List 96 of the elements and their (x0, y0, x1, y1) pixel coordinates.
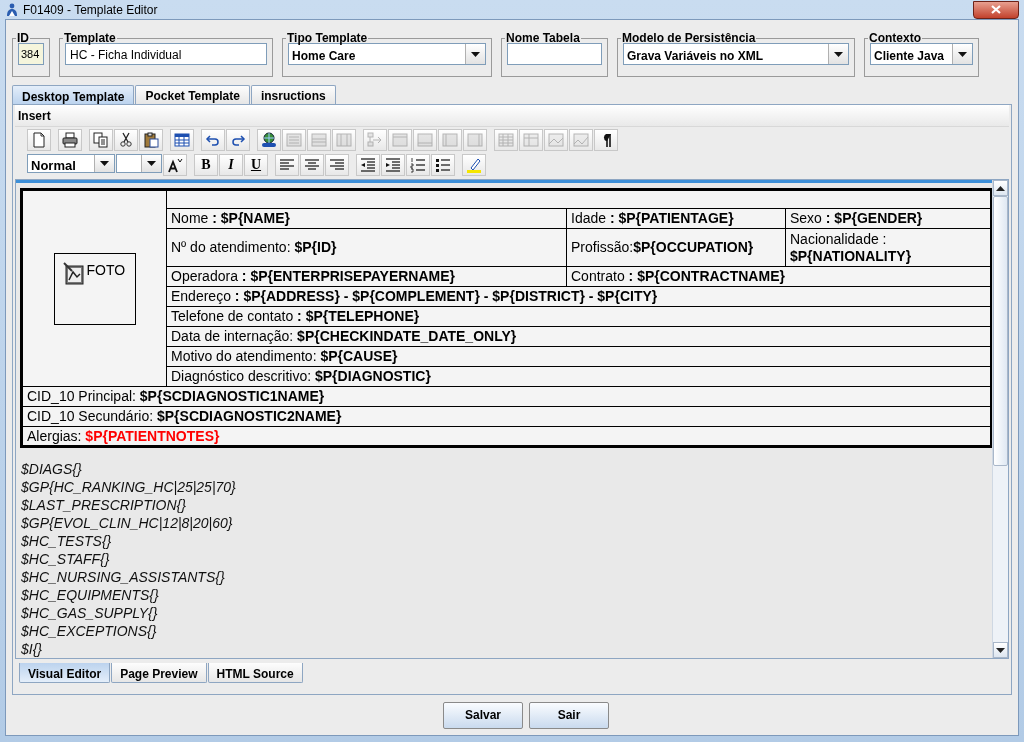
scissors-icon (118, 131, 134, 148)
image-icon (62, 261, 85, 286)
tab[interactable]: Desktop Template (12, 85, 135, 104)
template-line: $HC_STAFF{} (21, 550, 111, 568)
copy-icon (93, 131, 109, 148)
dropdown-arrow-icon (958, 51, 967, 57)
toolbar-button[interactable] (139, 128, 163, 151)
numbered-list-icon (410, 156, 426, 173)
dialog-button[interactable]: Salvar (443, 701, 523, 729)
dropdown-field[interactable]: Cliente Java (870, 43, 973, 65)
down-arrow-icon (996, 647, 1005, 653)
tab[interactable]: Pocket Template (135, 85, 250, 104)
new-file-icon (31, 131, 47, 148)
table-cell: Profissão:$P{OCCUPATION} (566, 228, 786, 267)
field-label: ID (16, 31, 30, 45)
app-icon (5, 2, 19, 17)
align-center-icon (304, 156, 320, 173)
font-size-icon (167, 156, 183, 173)
bulleted-list-icon (435, 156, 451, 173)
input-field[interactable] (507, 43, 602, 65)
highlighter-icon (466, 156, 482, 173)
toolbar-button[interactable] (163, 153, 187, 176)
document-area[interactable] (16, 180, 992, 658)
outdent-icon (360, 156, 376, 173)
scroll-thumb[interactable] (993, 196, 1008, 466)
image-icon (548, 131, 564, 148)
field-label: Contexto (868, 31, 922, 45)
template-line: $HC_GAS_SUPPLY{} (21, 604, 159, 622)
close-button[interactable] (973, 0, 1019, 19)
print-icon (62, 131, 78, 148)
tab[interactable]: Page Preview (111, 663, 207, 683)
format-button[interactable]: B (194, 153, 218, 176)
input-field[interactable]: 384 (18, 43, 44, 65)
template-line: $HC_EQUIPMENTS{} (21, 586, 160, 604)
flowchart-icon (367, 131, 383, 148)
align-right-icon (329, 156, 345, 173)
globe-icon (261, 131, 277, 148)
panel-icon (442, 131, 458, 148)
tab[interactable]: insructions (250, 85, 336, 104)
toolbar-button[interactable] (594, 128, 618, 151)
panel-icon (417, 131, 433, 148)
toolbar-button[interactable] (114, 128, 138, 151)
tab[interactable]: HTML Source (207, 663, 303, 683)
dropdown-arrow-icon (147, 160, 156, 166)
template-line: $HC_TESTS{} (21, 532, 113, 550)
scrollbar[interactable] (992, 180, 1008, 658)
toolbar-button[interactable] (431, 153, 455, 176)
table-cell: Operadora : $P{ENTERPRISEPAYERNAME} (166, 266, 567, 287)
window-title: F01409 - Template Editor (23, 1, 158, 19)
table-cell: Nº do atendimento: $P{ID} (166, 228, 567, 267)
up-arrow-icon (996, 185, 1005, 191)
template-line: $I{} (21, 640, 44, 658)
size-dropdown[interactable] (116, 153, 162, 173)
indent-icon (385, 156, 401, 173)
dropdown-field[interactable]: Grava Variáveis no XML (623, 43, 849, 65)
field-label: Nome Tabela (505, 31, 581, 45)
image-icon (573, 131, 589, 148)
tab[interactable]: Visual Editor (19, 663, 111, 683)
clipboard-icon (143, 131, 159, 148)
field-label: Tipo Template (286, 31, 369, 45)
format-button[interactable]: U (244, 153, 268, 176)
table-cell: Nome : $P{NAME} (166, 208, 567, 229)
template-line: $LAST_PRESCRIPTION{} (21, 496, 187, 514)
template-line: $HC_NURSING_ASSISTANTS{} (21, 568, 226, 586)
scroll-down-button[interactable] (993, 642, 1008, 658)
toolbar-button[interactable] (226, 128, 250, 151)
scroll-up-button[interactable] (993, 180, 1008, 196)
dropdown-arrow-icon (100, 160, 109, 166)
dropdown-arrow-icon (471, 51, 480, 57)
align-left-icon (279, 156, 295, 173)
dropdown-arrow-icon (834, 51, 843, 57)
field-label: Template (63, 31, 117, 45)
toolbar-button[interactable] (257, 128, 281, 151)
template-line: $GP{EVOL_CLIN_HC|12|8|20|60} (21, 514, 234, 532)
panel-icon (467, 131, 483, 148)
template-line: $HC_EXCEPTIONS{} (21, 622, 158, 640)
dialog-button[interactable]: Sair (529, 701, 609, 729)
style-dropdown[interactable]: Normal (27, 153, 115, 173)
template-line: $GP{HC_RANKING_HC|25|25|70} (21, 478, 237, 496)
template-line: $DIAGS{} (21, 460, 83, 478)
toolbar-button[interactable] (58, 128, 82, 151)
format-button[interactable]: I (219, 153, 243, 176)
panel-icon (311, 131, 327, 148)
menu-item[interactable]: Insert (18, 106, 51, 125)
table-cell: Idade : $P{PATIENTAGE} (566, 208, 786, 229)
field-label: Modelo de Persistência (621, 31, 757, 45)
table-icon (174, 131, 190, 148)
grid-icon (523, 131, 539, 148)
photo-label: FOTO (86, 261, 126, 279)
close-icon (991, 5, 1001, 14)
panel-icon (336, 131, 352, 148)
panel-icon (286, 131, 302, 148)
grid-icon (498, 131, 514, 148)
toolbar-button[interactable] (201, 128, 225, 151)
toolbar-button[interactable] (170, 128, 194, 151)
panel-icon (392, 131, 408, 148)
